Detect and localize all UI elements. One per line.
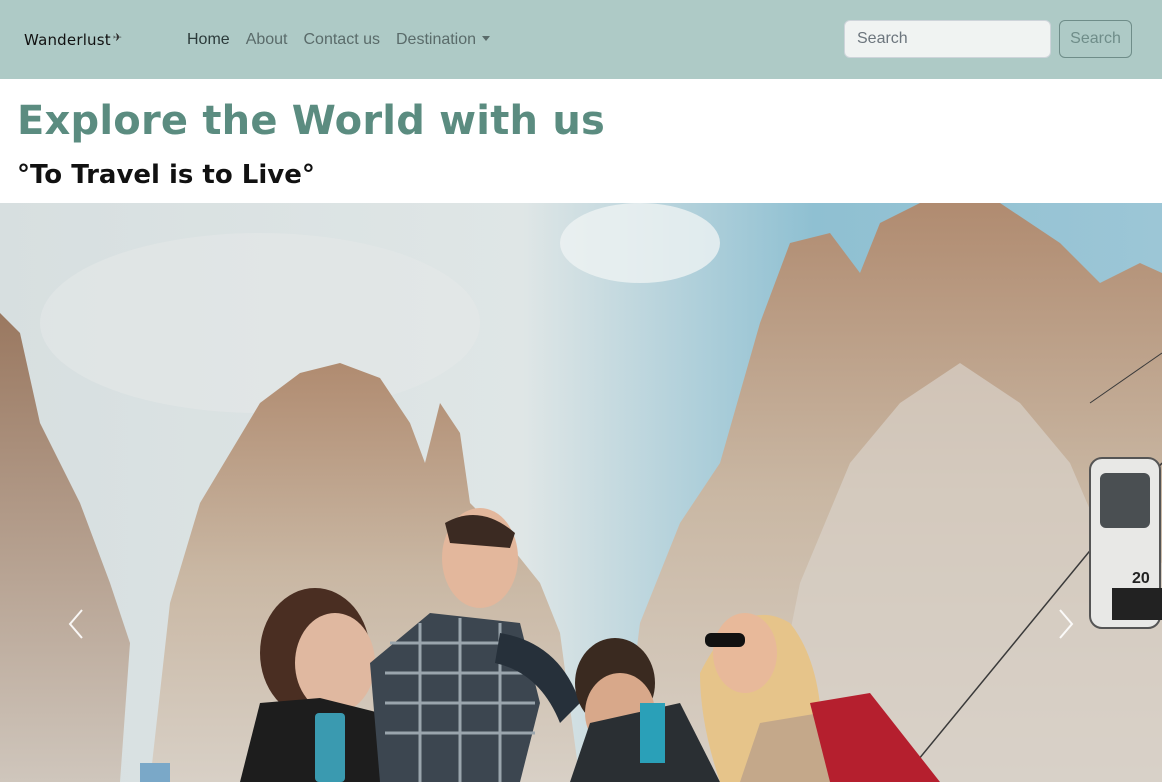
friends-in-mountains-photo: 20: [0, 203, 1162, 782]
page-subtitle: °To Travel is to Live°: [17, 160, 315, 190]
nav-link-home[interactable]: Home: [187, 29, 230, 51]
caret-down-icon: [482, 36, 491, 41]
page-title: Explore the World with us: [17, 98, 606, 144]
nav-link-contact[interactable]: Contact us: [304, 29, 380, 51]
chevron-right-icon: [1059, 609, 1074, 639]
cable-car: 20: [1089, 457, 1162, 629]
navbar: Wanderlust ✈ Home About Contact us Desti…: [0, 0, 1162, 79]
carousel-next-button[interactable]: [1056, 608, 1096, 648]
search-button[interactable]: Search: [1059, 20, 1132, 58]
brand-logo[interactable]: Wanderlust ✈: [24, 29, 122, 51]
plane-icon: ✈: [112, 30, 123, 44]
carousel-prev-button[interactable]: [66, 608, 106, 648]
search-input[interactable]: [844, 20, 1051, 58]
nav-links: Home About Contact us Destination: [187, 29, 491, 51]
cable-car-number: 20: [1132, 570, 1150, 587]
brand-name: Wanderlust: [24, 31, 111, 49]
nav-link-destination-label: Destination: [395, 31, 477, 48]
nav-link-about[interactable]: About: [246, 29, 288, 51]
nav-dropdown-destination[interactable]: Destination: [395, 29, 491, 51]
hero-carousel: 20: [0, 203, 1162, 782]
chevron-left-icon: [68, 609, 83, 639]
